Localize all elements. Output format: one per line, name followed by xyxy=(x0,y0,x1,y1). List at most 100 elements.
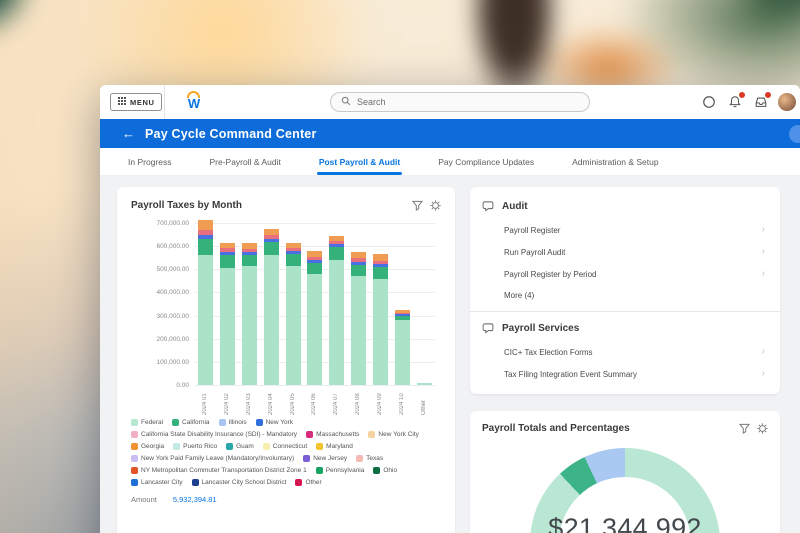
legend-item[interactable]: Other xyxy=(295,479,321,486)
bar-segment xyxy=(307,274,322,385)
chevron-right-icon: › xyxy=(762,225,765,235)
legend-label: New York xyxy=(266,419,293,426)
legend-swatch xyxy=(131,443,138,450)
bar-segment xyxy=(264,242,279,255)
legend-label: California State Disability Insurance (S… xyxy=(141,431,297,438)
notifications-badge xyxy=(738,91,746,99)
help-button[interactable] xyxy=(789,125,800,143)
section-divider xyxy=(470,311,780,312)
bar-2024-09[interactable] xyxy=(373,254,388,385)
tab-administration-setup[interactable]: Administration & Setup xyxy=(572,148,658,175)
bar-2024-04[interactable] xyxy=(264,229,279,385)
gear-icon[interactable] xyxy=(430,200,441,211)
legend-label: Pennsylvania xyxy=(326,467,365,474)
link-run-payroll-audit[interactable]: Run Payroll Audit› xyxy=(482,241,768,263)
speech-bubble-icon xyxy=(482,322,494,334)
donut-center: $21,344,992 Amount xyxy=(559,477,691,533)
bar-2024-06[interactable] xyxy=(307,251,322,385)
x-axis-tick-label: Other xyxy=(417,387,432,415)
legend-swatch xyxy=(131,455,138,462)
screen: MENU W Search xyxy=(0,0,800,533)
legend-item[interactable]: Federal xyxy=(131,419,163,426)
tab-in-progress[interactable]: In Progress xyxy=(128,148,171,175)
legend-item[interactable]: Pennsylvania xyxy=(316,467,365,474)
legend-label: California xyxy=(182,419,209,426)
gear-icon[interactable] xyxy=(757,423,768,434)
tab-pre-payroll-audit[interactable]: Pre-Payroll & Audit xyxy=(209,148,280,175)
bar-segment xyxy=(198,239,213,254)
legend-label: NY Metropolitan Commuter Transportation … xyxy=(141,467,307,474)
topbar-divider xyxy=(164,85,165,119)
bar-2024-07[interactable] xyxy=(329,236,344,385)
legend-item[interactable]: Illinois xyxy=(219,419,247,426)
legend-item[interactable]: New York City xyxy=(368,431,418,438)
content-area: Payroll Taxes by Month 700,000.00600,000… xyxy=(100,176,800,533)
legend-item[interactable]: Georgia xyxy=(131,443,164,450)
legend-swatch xyxy=(303,455,310,462)
legend-item[interactable]: New York Paid Family Leave (Mandatory/In… xyxy=(131,455,294,462)
bar-2024-10[interactable] xyxy=(395,310,410,385)
legend-item[interactable]: California State Disability Insurance (S… xyxy=(131,431,297,438)
chevron-right-icon: › xyxy=(762,269,765,279)
legend-item[interactable]: Massachusetts xyxy=(306,431,359,438)
bar-other[interactable] xyxy=(417,383,432,385)
profile-button[interactable] xyxy=(774,85,800,119)
link-payroll-register-by-period[interactable]: Payroll Register by Period› xyxy=(482,263,768,285)
x-axis-tick-label: 2024 01 xyxy=(198,387,213,415)
back-button[interactable]: ← xyxy=(122,127,135,140)
filter-icon[interactable] xyxy=(739,423,750,434)
bar-2024-01[interactable] xyxy=(198,220,213,385)
x-axis-tick-label: 2024 06 xyxy=(307,387,322,415)
legend-item[interactable]: Maryland xyxy=(316,443,353,450)
bar-2024-02[interactable] xyxy=(220,243,235,385)
legend-item[interactable]: Texas xyxy=(356,455,383,462)
link-tax-filing-integration-event-summary[interactable]: Tax Filing Integration Event Summary› xyxy=(482,363,768,385)
bar-segment xyxy=(286,266,301,385)
topbar-icon-group xyxy=(696,85,800,119)
x-axis-tick-label: 2024 03 xyxy=(242,387,257,415)
bar-2024-05[interactable] xyxy=(286,243,301,385)
page-header: ← Pay Cycle Command Center xyxy=(100,119,800,148)
link-payroll-register[interactable]: Payroll Register› xyxy=(482,219,768,241)
workday-logo[interactable]: W xyxy=(184,91,204,113)
audit-links: Payroll Register›Run Payroll Audit›Payro… xyxy=(482,219,768,285)
legend-label: Ohio xyxy=(383,467,397,474)
legend-label: Georgia xyxy=(141,443,164,450)
bar-2024-08[interactable] xyxy=(351,252,366,385)
assistant-button[interactable] xyxy=(696,85,722,119)
bar-segment xyxy=(351,265,366,277)
menu-button[interactable]: MENU xyxy=(110,93,162,111)
legend-item[interactable]: New York xyxy=(256,419,293,426)
legend-item[interactable]: Lancaster City School District xyxy=(192,479,287,486)
search-input[interactable]: Search xyxy=(330,92,590,112)
legend-item[interactable]: NY Metropolitan Commuter Transportation … xyxy=(131,467,307,474)
filter-icon[interactable] xyxy=(412,200,423,211)
legend-item[interactable]: Lancaster City xyxy=(131,479,183,486)
page-title: Pay Cycle Command Center xyxy=(145,127,317,141)
inbox-badge xyxy=(764,91,772,99)
legend-item[interactable]: New Jersey xyxy=(303,455,347,462)
inbox-button[interactable] xyxy=(748,85,774,119)
legend-item[interactable]: California xyxy=(172,419,209,426)
y-axis-tick-label: 0.00 xyxy=(131,382,189,389)
payroll-totals-donut-chart[interactable]: $21,344,992 Amount xyxy=(530,448,720,533)
legend-item[interactable]: Guam xyxy=(226,443,254,450)
legend-item[interactable]: Puerto Rico xyxy=(173,443,217,450)
bar-2024-03[interactable] xyxy=(242,243,257,385)
tab-pay-compliance-updates[interactable]: Pay Compliance Updates xyxy=(438,148,534,175)
amount-total-link[interactable]: 5,932,394.81 xyxy=(173,495,217,504)
legend-item[interactable]: Ohio xyxy=(373,467,397,474)
audit-more-link[interactable]: More (4) xyxy=(482,285,768,307)
x-axis-tick-label: 2024 05 xyxy=(286,387,301,415)
legend-swatch xyxy=(219,419,226,426)
legend-item[interactable]: Connecticut xyxy=(263,443,307,450)
audit-services-card: Audit Payroll Register›Run Payroll Audit… xyxy=(470,187,780,394)
payroll-totals-card: Payroll Totals and Percentages $21,344,9… xyxy=(470,411,780,533)
legend-label: Puerto Rico xyxy=(183,443,217,450)
bar-segment xyxy=(286,254,301,266)
legend-swatch xyxy=(226,443,233,450)
notifications-button[interactable] xyxy=(722,85,748,119)
tab-post-payroll-audit[interactable]: Post Payroll & Audit xyxy=(319,148,400,175)
y-axis-tick-label: 400,000.00 xyxy=(131,289,189,296)
link-cic-tax-election-forms[interactable]: CIC+ Tax Election Forms› xyxy=(482,341,768,363)
